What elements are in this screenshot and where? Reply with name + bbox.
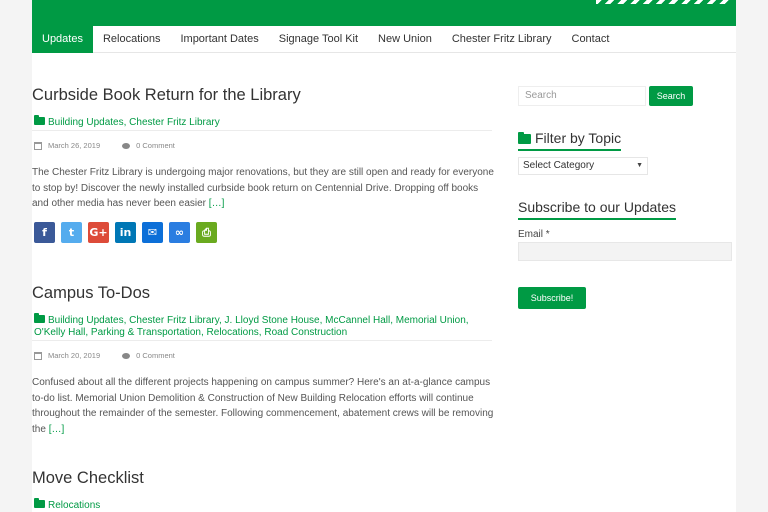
nav-relocations[interactable]: Relocations <box>93 26 170 53</box>
folder-icon <box>34 313 45 323</box>
nav-contact[interactable]: Contact <box>562 26 620 53</box>
post-article: Curbside Book Return for the Library Bui… <box>32 86 494 243</box>
read-more-link[interactable]: […] <box>49 424 65 435</box>
chevron-down-icon: ▼ <box>636 162 643 169</box>
post-meta: March 20, 2019 0 Comment <box>34 351 175 360</box>
search-button[interactable]: Search <box>649 86 693 106</box>
post-category-links[interactable]: Relocations <box>48 500 100 511</box>
nav-important-dates[interactable]: Important Dates <box>170 26 268 53</box>
post-excerpt-text: Confused about all the different project… <box>32 377 494 435</box>
post-categories: Building Updates, Chester Fritz Library <box>34 115 492 129</box>
divider <box>32 340 492 341</box>
facebook-icon[interactable]: f <box>34 222 55 243</box>
folder-icon <box>34 498 45 508</box>
subscribe-widget-title: Subscribe to our Updates <box>518 199 676 220</box>
email-label: Email * <box>518 229 550 240</box>
divider <box>32 130 492 131</box>
filter-widget-title: Filter by Topic <box>518 130 622 151</box>
folder-icon <box>518 132 531 144</box>
google-plus-icon[interactable]: G+ <box>88 222 109 243</box>
search-input[interactable]: Search <box>518 86 646 106</box>
post-category-links[interactable]: Building Updates, Chester Fritz Library,… <box>34 315 469 338</box>
comment-icon <box>122 352 131 359</box>
nav-chester-fritz-library[interactable]: Chester Fritz Library <box>442 26 562 53</box>
post-categories: Building Updates, Chester Fritz Library,… <box>34 313 492 339</box>
nav-new-union[interactable]: New Union <box>368 26 442 53</box>
subscribe-button[interactable]: Subscribe! <box>518 287 586 309</box>
post-title[interactable]: Campus To-Dos <box>32 284 494 303</box>
post-category-links[interactable]: Building Updates, Chester Fritz Library <box>48 117 220 128</box>
filter-title-text: Filter by Topic <box>535 130 622 146</box>
post-comments[interactable]: 0 Comment <box>136 141 175 150</box>
post-title[interactable]: Move Checklist <box>32 469 494 488</box>
post-meta: March 26, 2019 0 Comment <box>34 141 175 150</box>
category-select[interactable]: Select Category ▼ <box>518 157 648 175</box>
post-date[interactable]: March 20, 2019 <box>48 351 100 360</box>
print-icon[interactable]: ⎙ <box>196 222 217 243</box>
share-buttons: f t G+ in ✉ ∞ ⎙ <box>34 222 223 243</box>
calendar-icon <box>34 141 42 150</box>
nav-signage-tool-kit[interactable]: Signage Tool Kit <box>269 26 368 53</box>
calendar-icon <box>34 351 42 360</box>
nav-updates[interactable]: Updates <box>32 26 93 53</box>
post-article: Campus To-Dos Building Updates, Chester … <box>32 284 494 435</box>
email-icon[interactable]: ✉ <box>142 222 163 243</box>
post-excerpt: Confused about all the different project… <box>32 375 494 437</box>
category-select-value: Select Category <box>523 160 595 171</box>
comment-icon <box>122 142 131 149</box>
link-icon[interactable]: ∞ <box>169 222 190 243</box>
main-nav: Updates Relocations Important Dates Sign… <box>32 26 736 53</box>
twitter-icon[interactable]: t <box>61 222 82 243</box>
header-banner <box>32 0 736 26</box>
post-comments[interactable]: 0 Comment <box>136 351 175 360</box>
post-date[interactable]: March 26, 2019 <box>48 141 100 150</box>
post-article: Move Checklist Relocations <box>32 469 494 511</box>
read-more-link[interactable]: […] <box>209 198 225 209</box>
folder-icon <box>34 115 45 125</box>
post-categories: Relocations <box>34 498 492 512</box>
post-excerpt-text: The Chester Fritz Library is undergoing … <box>32 167 494 209</box>
linkedin-icon[interactable]: in <box>115 222 136 243</box>
page: Updates Relocations Important Dates Sign… <box>32 0 736 512</box>
email-field[interactable] <box>518 242 732 261</box>
post-title[interactable]: Curbside Book Return for the Library <box>32 86 494 105</box>
post-excerpt: The Chester Fritz Library is undergoing … <box>32 165 494 212</box>
banner-stripes <box>596 0 732 4</box>
